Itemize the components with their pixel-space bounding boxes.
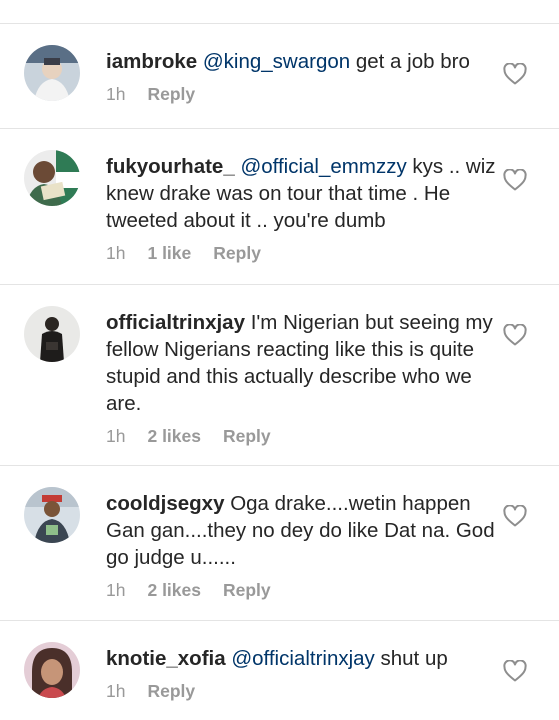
comment-text: iambroke @king_swargon get a job bro (106, 48, 498, 75)
comment-text: fukyourhate_ @official_emmzzy kys .. wiz… (106, 153, 498, 234)
avatar[interactable] (24, 45, 80, 101)
avatar[interactable] (24, 306, 80, 362)
reply-button[interactable]: Reply (223, 580, 271, 601)
comment-text: officialtrinxjay I'm Nigerian but seeing… (106, 309, 498, 417)
avatar[interactable] (24, 150, 80, 206)
likes-count[interactable]: 2 likes (147, 580, 201, 601)
heart-outline-icon[interactable] (503, 660, 527, 682)
comment-meta: 1h 2 likes Reply (106, 580, 498, 601)
previous-comment-fragment (0, 0, 559, 24)
reply-button[interactable]: Reply (147, 84, 195, 105)
comment-username[interactable]: fukyourhate_ (106, 155, 235, 178)
comment-meta: 1h 1 like Reply (106, 243, 498, 264)
comment-body: get a job bro (350, 50, 470, 73)
comment-text: knotie_xofia @officialtrinxjay shut up (106, 645, 498, 672)
comment-meta: 1h Reply (106, 84, 498, 105)
reply-button[interactable]: Reply (147, 681, 195, 702)
comment-username[interactable]: officialtrinxjay (106, 311, 245, 334)
comment-mention[interactable]: @officialtrinxjay (231, 647, 374, 670)
comment-divider (0, 128, 559, 129)
comment-meta: 1h 2 likes Reply (106, 426, 498, 447)
comment-time: 1h (106, 580, 126, 600)
comment-mention[interactable]: @king_swargon (203, 50, 350, 73)
reply-button[interactable]: Reply (223, 426, 271, 447)
comment-body: shut up (374, 647, 448, 670)
comment-time: 1h (106, 84, 126, 104)
comment-username[interactable]: knotie_xofia (106, 647, 226, 670)
avatar[interactable] (24, 487, 80, 543)
comment-divider (0, 620, 559, 621)
comment-divider (0, 284, 559, 285)
comment-username[interactable]: cooldjsegxy (106, 492, 225, 515)
comment-time: 1h (106, 426, 126, 446)
likes-count[interactable]: 2 likes (147, 426, 201, 447)
comment-divider (0, 23, 559, 24)
comment-mention[interactable]: @official_emmzzy (240, 155, 406, 178)
comment-time: 1h (106, 243, 126, 263)
heart-outline-icon[interactable] (503, 324, 527, 346)
comment-meta: 1h Reply (106, 681, 498, 702)
avatar[interactable] (24, 642, 80, 698)
reply-button[interactable]: Reply (213, 243, 261, 264)
comment-divider (0, 465, 559, 466)
heart-outline-icon[interactable] (503, 169, 527, 191)
comment-time: 1h (106, 681, 126, 701)
comment-text: cooldjsegxy Oga drake....wetin happen Ga… (106, 490, 498, 571)
comment-username[interactable]: iambroke (106, 50, 197, 73)
heart-outline-icon[interactable] (503, 505, 527, 527)
likes-count[interactable]: 1 like (147, 243, 191, 264)
heart-outline-icon[interactable] (503, 63, 527, 85)
